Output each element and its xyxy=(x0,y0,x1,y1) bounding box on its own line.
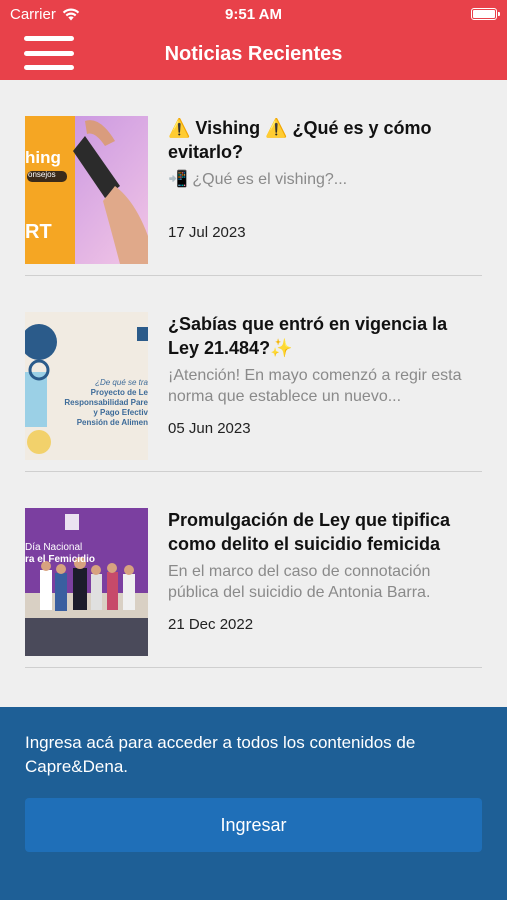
news-description: ¡Atención! En mayo comenzó a regir esta … xyxy=(168,367,462,405)
thumbnail-text: onsejos xyxy=(28,170,56,179)
page-title: Noticias Recientes xyxy=(164,42,343,65)
news-date: 21 Dec 2022 xyxy=(168,616,254,633)
hamburger-menu-icon[interactable] xyxy=(24,34,74,72)
news-date: 17 Jul 2023 xyxy=(168,224,246,241)
clock: 9:51 AM xyxy=(225,5,282,23)
status-bar: Carrier 9:51 AM xyxy=(0,0,507,28)
thumbnail-text: Pensión de Alimen xyxy=(76,418,148,427)
thumbnail-text: RT xyxy=(25,221,52,243)
news-title: ⚠️ Vishing ⚠️ ¿Qué es y cómo evitarlo? xyxy=(168,118,432,162)
news-item[interactable]: hing onsejos RT ⚠️ Vishing ⚠️ ¿Qué es y … xyxy=(25,80,482,276)
news-item[interactable]: ¿De qué se tra Proyecto de Le Responsabi… xyxy=(25,276,482,472)
wifi-icon xyxy=(62,8,80,20)
thumbnail-text: Proyecto de Le xyxy=(90,388,148,397)
carrier-label: Carrier xyxy=(10,5,56,23)
thumbnail-text: ra el Femicidio xyxy=(25,554,96,565)
thumbnail-text: Responsabilidad Pare xyxy=(64,398,148,407)
news-description: 📲 ¿Qué es el vishing?... xyxy=(168,171,348,188)
news-thumbnail: hing onsejos RT xyxy=(25,116,148,264)
nav-bar: Noticias Recientes xyxy=(0,28,507,80)
thumbnail-text: Día Nacional xyxy=(25,542,83,553)
news-description: En el marco del caso de connotación públ… xyxy=(168,563,431,601)
news-title: ¿Sabías que entró en vigencia la Ley 21.… xyxy=(168,314,448,358)
news-thumbnail: Día Nacional ra el Femicidio xyxy=(25,508,148,656)
battery-icon xyxy=(471,8,500,20)
news-thumbnail: ¿De qué se tra Proyecto de Le Responsabi… xyxy=(25,312,148,460)
news-list: hing onsejos RT ⚠️ Vishing ⚠️ ¿Qué es y … xyxy=(0,80,507,668)
login-button[interactable]: Ingresar xyxy=(25,798,482,852)
news-item[interactable]: Día Nacional ra el Femicidio Promulgació… xyxy=(25,472,482,668)
login-panel: Ingresa acá para acceder a todos los con… xyxy=(0,707,507,900)
login-message: Ingresa acá para acceder a todos los con… xyxy=(25,733,416,776)
news-date: 05 Jun 2023 xyxy=(168,420,251,437)
thumbnail-text: hing xyxy=(25,148,61,167)
news-title: Promulgación de Ley que tipifica como de… xyxy=(168,510,451,554)
thumbnail-text: y Pago Efectiv xyxy=(93,408,148,417)
thumbnail-text: ¿De qué se tra xyxy=(95,378,148,387)
